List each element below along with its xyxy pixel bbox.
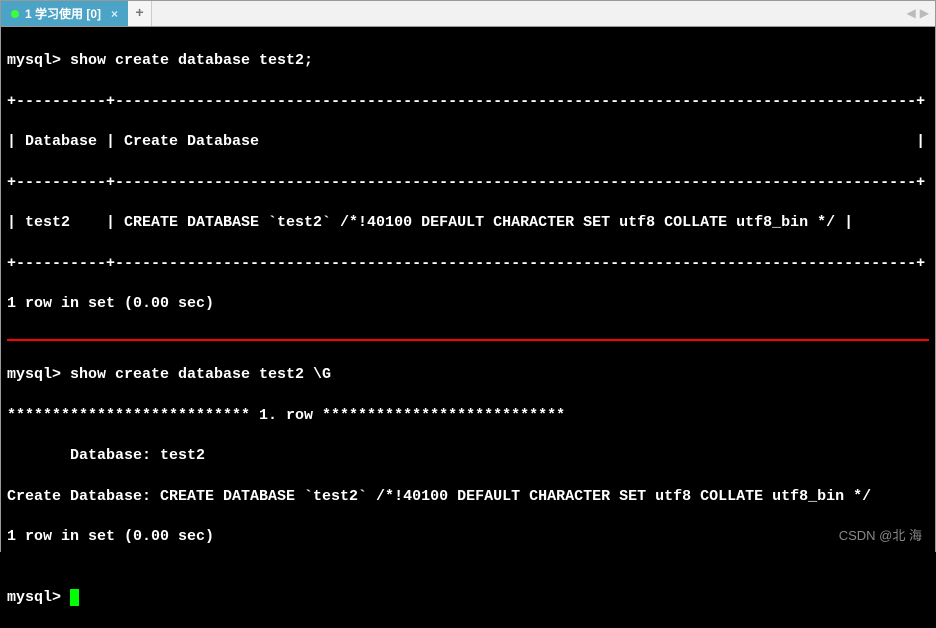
terminal-line: Create Database: CREATE DATABASE `test2`… [7, 487, 929, 507]
terminal-line: mysql> show create database test2 \G [7, 365, 929, 385]
tab-nav: ◀ ▶ [901, 1, 935, 26]
terminal-line: | Database | Create Database | [7, 132, 929, 152]
terminal-prompt: mysql> [7, 588, 929, 608]
tab-bar: 1 学习使用 [0] × + ◀ ▶ [1, 1, 935, 27]
terminal-line: +----------+----------------------------… [7, 173, 929, 193]
terminal-line: 1 row in set (0.00 sec) [7, 527, 929, 547]
terminal-line: Database: test2 [7, 446, 929, 466]
terminal-line: 1 row in set (0.00 sec) [7, 294, 929, 314]
terminal-line: +----------+----------------------------… [7, 254, 929, 274]
status-dot-icon [11, 10, 19, 18]
tab-filler [152, 1, 901, 26]
tab-active[interactable]: 1 学习使用 [0] × [1, 1, 128, 26]
chevron-left-icon[interactable]: ◀ [907, 6, 916, 21]
watermark: CSDN @北 海 [839, 525, 922, 544]
tab-title: 1 学习使用 [0] [25, 5, 101, 22]
terminal-line: *************************** 1. row *****… [7, 406, 929, 426]
terminal-line: | test2 | CREATE DATABASE `test2` /*!401… [7, 213, 929, 233]
new-tab-button[interactable]: + [128, 1, 152, 26]
cursor-icon [70, 589, 79, 606]
terminal[interactable]: mysql> show create database test2; +----… [1, 27, 935, 628]
terminal-line: +----------+----------------------------… [7, 92, 929, 112]
close-icon[interactable]: × [111, 7, 118, 21]
divider [7, 339, 929, 341]
chevron-right-icon[interactable]: ▶ [920, 6, 929, 21]
terminal-line: mysql> show create database test2; [7, 51, 929, 71]
